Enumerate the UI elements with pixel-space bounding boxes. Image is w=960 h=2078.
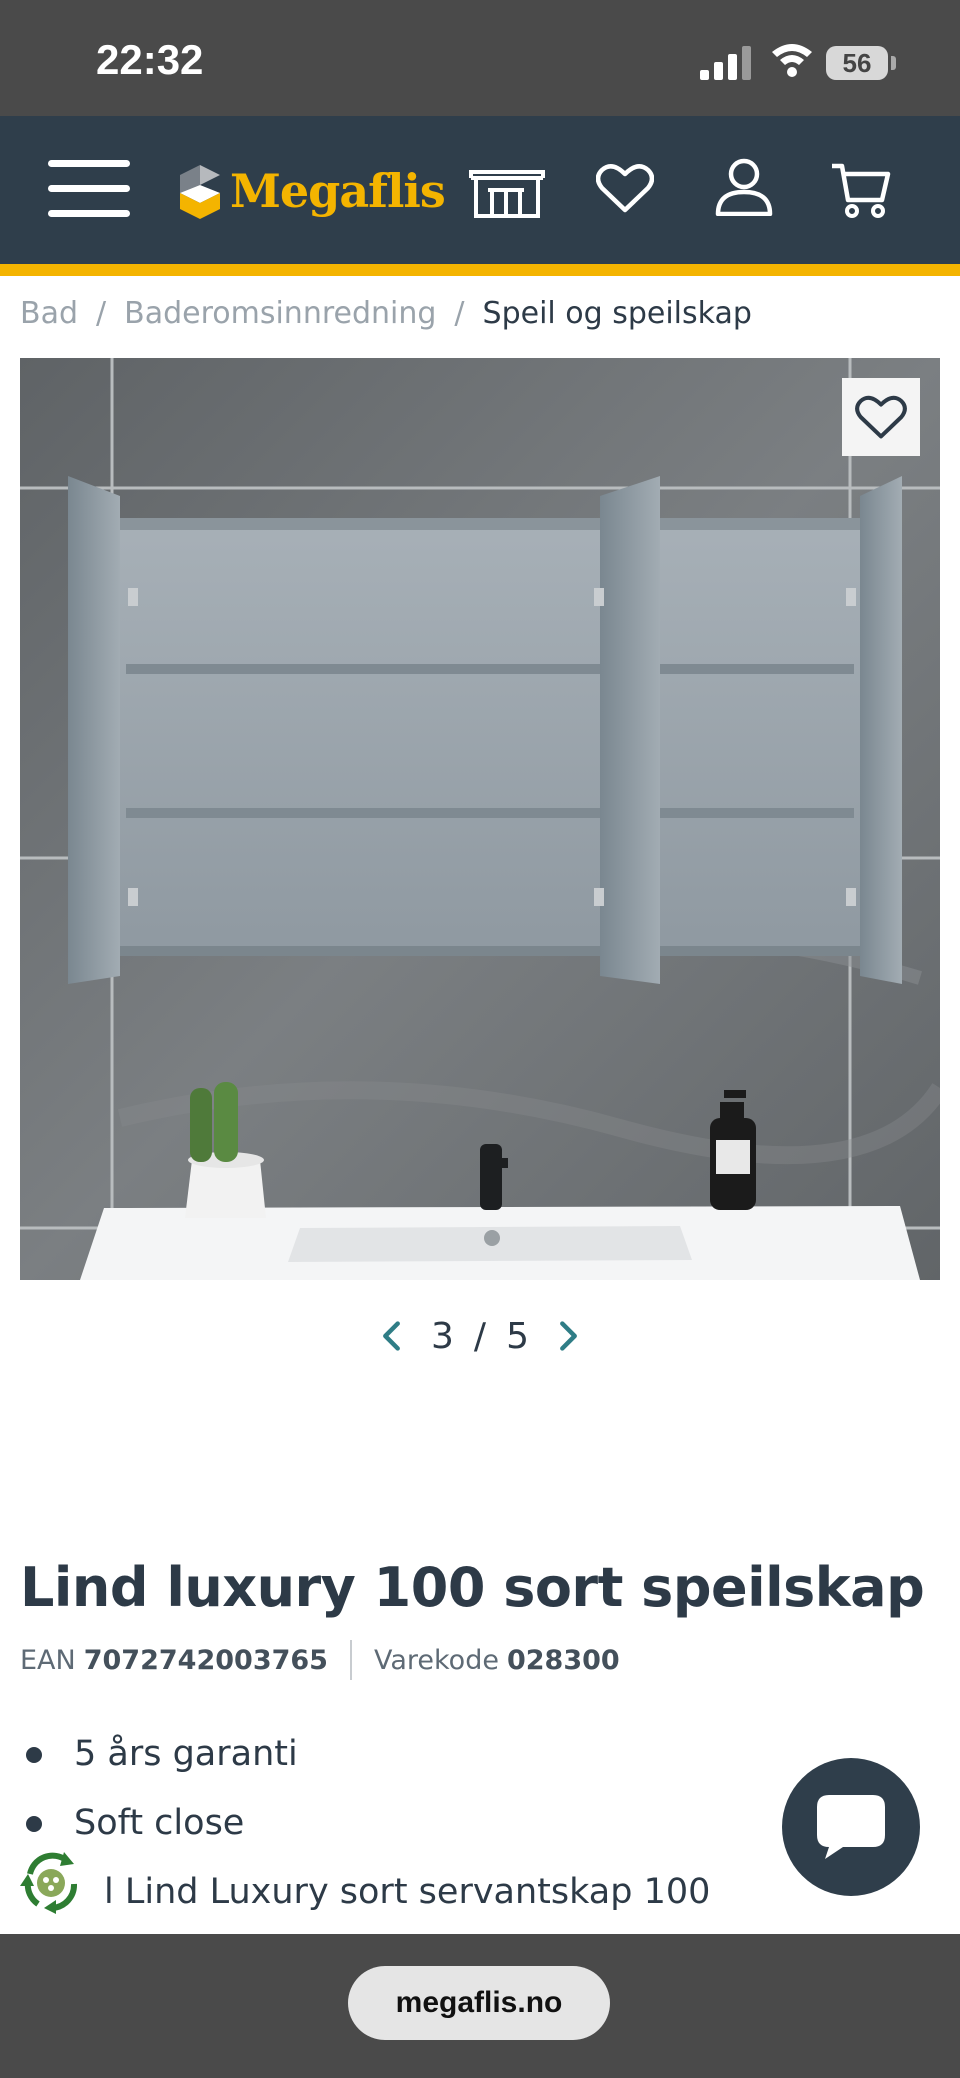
product-photo: [20, 358, 940, 1280]
chat-bubble-icon: [817, 1795, 885, 1859]
battery-tip: [891, 56, 896, 70]
breadcrumb-separator: /: [96, 296, 107, 331]
status-time: 22:32: [96, 36, 204, 83]
image-pager: 3 / 5: [380, 1308, 580, 1364]
wifi-icon: [772, 44, 812, 77]
url-bar[interactable]: megaflis.no: [348, 1966, 610, 2040]
site-header: Megaflis: [0, 116, 960, 276]
menu-button[interactable]: [48, 160, 130, 220]
bullet-icon: [26, 1816, 42, 1832]
breadcrumb-current[interactable]: Speil og speilskap: [483, 296, 752, 331]
wishlist-heart-icon[interactable]: [596, 162, 654, 214]
code-label: Varekode: [373, 1644, 499, 1676]
breadcrumb-link-baderomsinnredning[interactable]: Baderomsinnredning: [124, 296, 436, 331]
cart-icon[interactable]: [830, 160, 892, 218]
chevron-left-icon[interactable]: [380, 1318, 403, 1354]
product-title: Lind luxury 100 sort speilskap: [20, 1556, 925, 1619]
add-to-wishlist-button[interactable]: [842, 378, 920, 456]
chat-button[interactable]: [782, 1758, 920, 1896]
ean-value: 7072742003765: [83, 1644, 328, 1676]
feature-item: Soft close: [20, 1795, 710, 1864]
pager-separator: /: [473, 1315, 487, 1357]
codes-divider: [349, 1640, 352, 1680]
breadcrumb: Bad / Baderomsinnredning / Speil og speilska…: [20, 296, 752, 331]
code-value: 028300: [506, 1644, 620, 1676]
logo-text: Megaflis: [230, 164, 446, 218]
feature-item: l Lind Luxury sort servantskap 100: [104, 1872, 711, 1912]
pager-total: 5: [506, 1315, 529, 1357]
pager-current: 3: [431, 1315, 454, 1357]
header-accent-bar: [0, 264, 960, 276]
breadcrumb-link-bad[interactable]: Bad: [20, 296, 78, 331]
recycle-badge-icon[interactable]: [16, 1848, 86, 1918]
chevron-right-icon[interactable]: [557, 1318, 580, 1354]
product-codes: EAN 7072742003765 Varekode 028300: [20, 1640, 620, 1680]
account-icon[interactable]: [714, 158, 774, 216]
product-image[interactable]: [20, 358, 940, 1280]
logo-mark-icon: [180, 165, 220, 219]
battery-indicator: 56: [826, 46, 888, 80]
heart-icon: [855, 395, 907, 439]
feature-item: 5 års garanti: [20, 1726, 710, 1795]
signal-icon: [700, 46, 751, 80]
megaflis-logo[interactable]: Megaflis: [176, 156, 446, 226]
breadcrumb-separator: /: [454, 296, 465, 331]
bullet-icon: [26, 1747, 42, 1763]
store-icon[interactable]: [468, 164, 546, 218]
feature-list: 5 års garanti Soft close l Lind Luxury s…: [20, 1726, 710, 1933]
status-bar: 22:32 56: [0, 0, 960, 116]
browser-bottom-bar: megaflis.no: [0, 1934, 960, 2078]
ean-label: EAN: [20, 1644, 76, 1676]
